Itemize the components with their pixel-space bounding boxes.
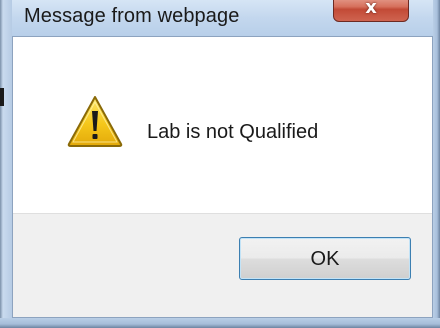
- warning-icon: [67, 96, 123, 147]
- close-button[interactable]: x: [333, 0, 409, 22]
- window-right-border: [433, 0, 440, 328]
- message-area: Lab is not Qualified: [13, 37, 432, 213]
- background-window-edge: [0, 88, 4, 106]
- window-left-border: [0, 0, 12, 328]
- ok-button[interactable]: OK: [239, 237, 411, 280]
- message-text: Lab is not Qualified: [147, 121, 319, 143]
- window-bottom-border: [0, 318, 440, 328]
- button-area: OK: [13, 213, 432, 317]
- dialog-body: Lab is not Qualified OK: [12, 36, 433, 318]
- close-icon: x: [365, 0, 377, 18]
- window-title: Message from webpage: [24, 5, 240, 27]
- title-bar[interactable]: Message from webpage x: [0, 0, 440, 36]
- message-dialog-window: Message from webpage x Lab is not Qualif…: [0, 0, 440, 328]
- ok-button-label: OK: [310, 248, 340, 270]
